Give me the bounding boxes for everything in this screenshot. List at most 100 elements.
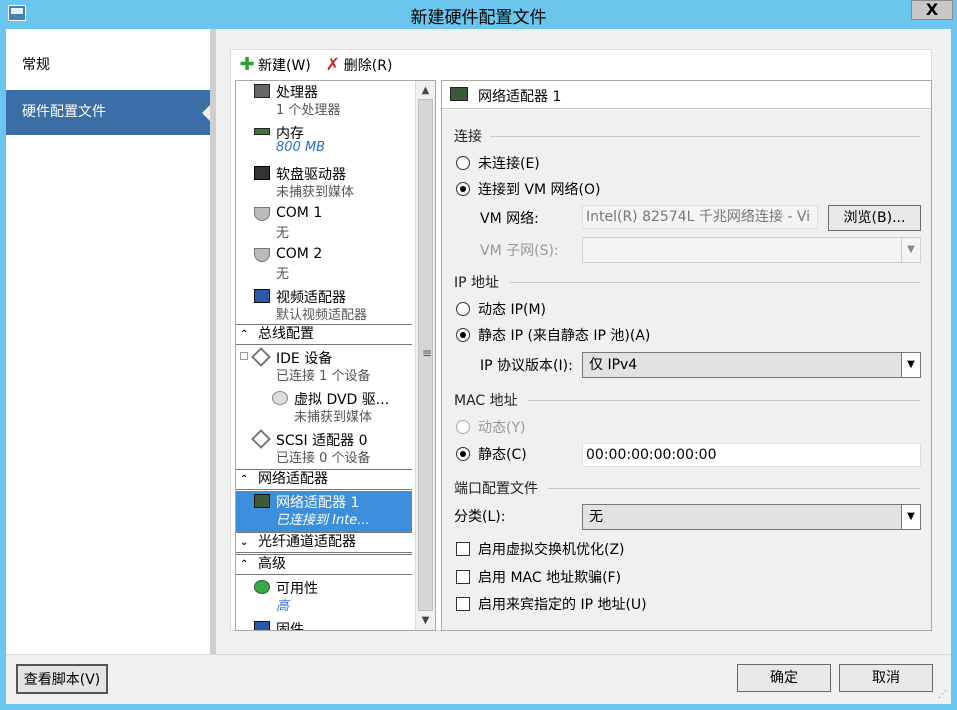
- serial-port-icon: [254, 207, 270, 221]
- radio-label: 静态(C): [478, 447, 527, 463]
- radio-label: 动态 IP(M): [478, 302, 547, 318]
- hardware-tree: 处理器 1 个处理器 内存 800 MB 软盘驱动器 未捕获到媒体 COM 1 …: [235, 80, 436, 631]
- ip-version-select[interactable]: 仅 IPv4 ▼: [582, 352, 921, 378]
- new-button-label: 新建(W): [258, 58, 311, 74]
- resize-grip-icon[interactable]: ⋰: [938, 690, 947, 700]
- radio-mac-static[interactable]: [456, 447, 470, 461]
- tree-item-floppy[interactable]: 软盘驱动器 未捕获到媒体: [236, 163, 414, 204]
- tree-item-availability[interactable]: 可用性 高: [236, 577, 414, 618]
- category-label: 高级: [258, 556, 286, 572]
- item-sub: 默认视频适配器: [276, 308, 368, 323]
- nav-item-label: 硬件配置文件: [22, 104, 106, 120]
- classification-select[interactable]: 无 ▼: [582, 504, 921, 530]
- item-sub: 800 MB: [276, 140, 326, 155]
- radio-static-ip[interactable]: [456, 328, 470, 342]
- group-connection: 连接: [454, 129, 482, 145]
- tree-item-ide[interactable]: IDE 设备 已连接 1 个设备: [236, 347, 414, 388]
- mac-address-input[interactable]: 00:00:00:00:00:00: [582, 443, 921, 467]
- close-button[interactable]: X: [911, 0, 953, 20]
- nav-item-general[interactable]: 常规: [6, 43, 210, 88]
- new-button[interactable]: ✚ 新建(W): [239, 54, 311, 75]
- item-sub: 无: [276, 226, 290, 241]
- select-value: 无: [589, 509, 603, 525]
- group-port-profile: 端口配置文件: [454, 481, 538, 497]
- checkbox-mac-spoofing[interactable]: [456, 570, 470, 584]
- nav-item-hardware-profile[interactable]: 硬件配置文件: [6, 90, 210, 135]
- left-nav: 常规 硬件配置文件: [6, 29, 210, 654]
- footer-divider: [6, 654, 951, 655]
- vm-network-field[interactable]: Intel(R) 82574L 千兆网络连接 - Vi: [582, 205, 818, 229]
- window-title: 新建硬件配置文件: [410, 8, 547, 28]
- chevron-down-icon: ▼: [901, 353, 920, 377]
- details-body: 连接 未连接(E) 连接到 VM 网络(O) VM 网络: Intel(R) 8…: [442, 110, 931, 630]
- tree-item-com1[interactable]: COM 1 无: [236, 204, 414, 245]
- group-divider: [548, 488, 920, 489]
- radio-connect-vm-network[interactable]: [456, 182, 470, 196]
- panel-divider: [210, 29, 216, 654]
- tree-category-fibre-channel[interactable]: ⌄ 光纤通道适配器: [236, 532, 412, 553]
- category-label: 网络适配器: [258, 471, 328, 487]
- group-divider: [490, 136, 920, 137]
- chevron-down-icon: ▼: [901, 238, 920, 262]
- tree-item-dvd[interactable]: 虚拟 DVD 驱... 未捕获到媒体: [236, 388, 414, 429]
- selection-arrow-icon: [202, 105, 210, 121]
- item-sub: 高: [276, 599, 290, 614]
- group-mac-address: MAC 地址: [454, 393, 518, 409]
- tree-item-com2[interactable]: COM 2 无: [236, 245, 414, 286]
- item-sub: 未捕获到媒体: [294, 410, 373, 425]
- toolbar: ✚ 新建(W) ✗ 删除(R): [239, 52, 392, 78]
- group-ip-address: IP 地址: [454, 275, 500, 291]
- tree-category-network[interactable]: ⌃ 网络适配器: [236, 469, 412, 490]
- tree-item-processor[interactable]: 处理器 1 个处理器: [236, 81, 414, 122]
- tree-item-firmware[interactable]: 固件: [236, 618, 414, 631]
- memory-icon: [254, 128, 270, 135]
- item-sub: 无: [276, 267, 290, 282]
- item-sub: 已连接 1 个设备: [276, 369, 371, 384]
- dialog-body: 常规 硬件配置文件 ✚ 新建(W) ✗ 删除(R) 处理器 1 个处理器 内存 …: [6, 29, 951, 704]
- radio-dynamic-ip[interactable]: [456, 302, 470, 316]
- browse-button[interactable]: 浏览(B)...: [828, 205, 921, 231]
- checkbox-vswitch-optimization[interactable]: [456, 542, 470, 556]
- vm-subnet-label: VM 子网(S):: [480, 243, 559, 259]
- scroll-thumb[interactable]: ≡: [418, 99, 433, 611]
- checkbox-guest-ip[interactable]: [456, 597, 470, 611]
- serial-port-icon: [254, 248, 270, 262]
- scroll-down-icon[interactable]: ▼: [417, 612, 434, 629]
- tree-category-bus[interactable]: ⌃ 总线配置: [236, 324, 412, 345]
- details-panel: 网络适配器 1 连接 未连接(E) 连接到 VM 网络(O) VM 网络: In…: [441, 80, 932, 631]
- tree-item-network-adapter[interactable]: 网络适配器 1 已连接到 Inte...: [236, 491, 412, 532]
- video-adapter-icon: [254, 289, 270, 303]
- item-name: COM 1: [276, 205, 323, 221]
- radio-label: 未连接(E): [478, 156, 540, 172]
- cancel-button[interactable]: 取消: [839, 664, 933, 692]
- hardware-editor: ✚ 新建(W) ✗ 删除(R) 处理器 1 个处理器 内存 800 MB 软盘驱…: [230, 49, 932, 631]
- classification-label: 分类(L):: [454, 509, 506, 525]
- vm-subnet-select[interactable]: ▼: [582, 237, 921, 263]
- tree-item-scsi[interactable]: SCSI 适配器 0 已连接 0 个设备: [236, 429, 414, 470]
- delete-button[interactable]: ✗ 删除(R): [325, 55, 393, 75]
- ok-button[interactable]: 确定: [737, 664, 831, 692]
- availability-icon: [254, 580, 270, 594]
- item-sub: 未捕获到媒体: [276, 185, 355, 200]
- expander-icon: [240, 352, 248, 360]
- tree-category-advanced[interactable]: ⌃ 高级: [236, 554, 412, 575]
- select-value: 仅 IPv4: [589, 357, 638, 373]
- tree-item-memory[interactable]: 内存 800 MB: [236, 122, 414, 163]
- item-name: COM 2: [276, 246, 323, 262]
- view-script-button[interactable]: 查看脚本(V): [16, 664, 108, 694]
- checkbox-label: 启用虚拟交换机优化(Z): [478, 542, 625, 558]
- checkbox-label: 启用来宾指定的 IP 地址(U): [478, 597, 647, 613]
- item-name: 固件: [276, 622, 304, 631]
- chevron-down-icon: ▼: [901, 505, 920, 529]
- radio-not-connected[interactable]: [456, 156, 470, 170]
- floppy-icon: [254, 166, 270, 180]
- item-sub: 已连接 0 个设备: [276, 451, 371, 466]
- radio-mac-dynamic[interactable]: [456, 420, 470, 434]
- radio-label: 静态 IP (来自静态 IP 池)(A): [478, 328, 651, 344]
- ip-version-label: IP 协议版本(I):: [480, 358, 573, 374]
- tree-item-video[interactable]: 视频适配器 默认视频适配器: [236, 286, 414, 327]
- delete-button-label: 删除(R): [343, 58, 393, 74]
- scroll-up-icon[interactable]: ▲: [417, 82, 434, 99]
- tree-scrollbar[interactable]: ▲ ≡ ▼: [415, 81, 435, 630]
- add-icon: ✚: [239, 54, 255, 75]
